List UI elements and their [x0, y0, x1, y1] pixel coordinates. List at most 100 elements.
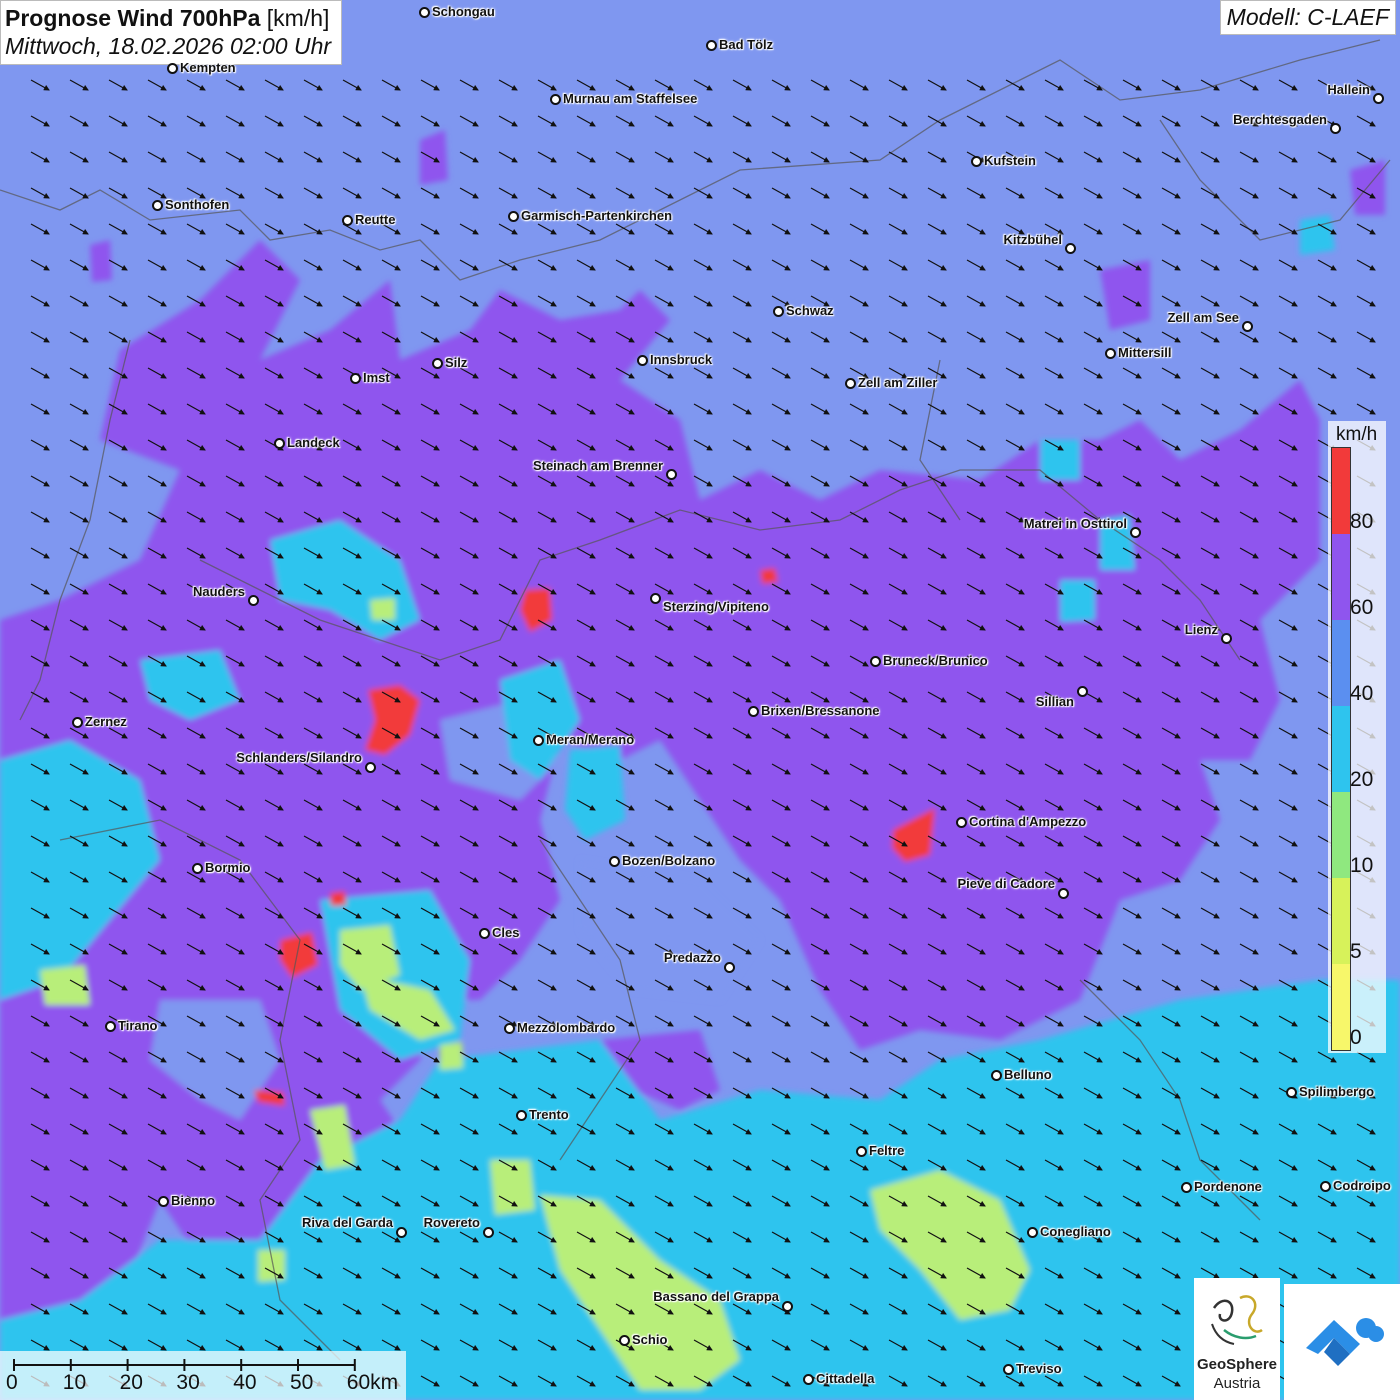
wind-arrow — [498, 79, 518, 91]
city-marker[interactable] — [365, 762, 376, 773]
wind-arrow — [1083, 979, 1103, 991]
wind-arrow — [459, 187, 479, 199]
city-marker[interactable] — [1181, 1182, 1192, 1193]
city-marker[interactable] — [724, 962, 735, 973]
city-marker[interactable] — [105, 1021, 116, 1032]
wind-arrow — [108, 475, 128, 487]
wind-arrow — [264, 223, 284, 235]
city-marker[interactable] — [248, 595, 259, 606]
legend-label: 0 — [1350, 1026, 1362, 1049]
wind-arrow — [1239, 151, 1259, 163]
city-marker[interactable] — [419, 7, 430, 18]
city-marker[interactable] — [1330, 123, 1341, 134]
wind-arrow — [303, 115, 323, 127]
city-marker[interactable] — [167, 63, 178, 74]
wind-arrow — [1083, 259, 1103, 271]
city-marker[interactable] — [350, 373, 361, 384]
city-marker[interactable] — [192, 863, 203, 874]
city-marker[interactable] — [1105, 348, 1116, 359]
wind-arrow — [771, 151, 791, 163]
city-marker[interactable] — [1003, 1364, 1014, 1375]
app-logo[interactable] — [1284, 1284, 1400, 1400]
city-marker[interactable] — [666, 469, 677, 480]
city-marker[interactable] — [856, 1146, 867, 1157]
wind-arrow — [1278, 763, 1298, 775]
wind-arrow — [1161, 115, 1181, 127]
city-marker[interactable] — [748, 706, 759, 717]
city-marker[interactable] — [1065, 243, 1076, 254]
wind-arrow — [732, 1015, 752, 1027]
wind-arrow — [693, 835, 713, 847]
city-marker[interactable] — [706, 40, 717, 51]
wind-arrow — [1317, 295, 1337, 307]
city-marker[interactable] — [971, 156, 982, 167]
city-marker[interactable] — [504, 1023, 515, 1034]
wind-arrow — [30, 331, 50, 343]
city-label: Sonthofen — [165, 197, 230, 212]
city-marker[interactable] — [803, 1374, 814, 1385]
wind-arrow — [108, 511, 128, 523]
wind-arrow — [888, 1051, 908, 1063]
wind-arrow — [1239, 187, 1259, 199]
city-label: Conegliano — [1040, 1224, 1111, 1239]
wind-arrow — [69, 151, 89, 163]
city-marker[interactable] — [516, 1110, 527, 1121]
city-marker[interactable] — [342, 215, 353, 226]
city-marker[interactable] — [432, 358, 443, 369]
city-marker[interactable] — [479, 928, 490, 939]
city-marker[interactable] — [1027, 1227, 1038, 1238]
city-marker[interactable] — [1286, 1087, 1297, 1098]
wind-arrow — [615, 1015, 635, 1027]
city-marker[interactable] — [956, 817, 967, 828]
city-marker[interactable] — [609, 856, 620, 867]
city-marker[interactable] — [845, 378, 856, 389]
city-marker[interactable] — [1058, 888, 1069, 899]
city-marker[interactable] — [1320, 1181, 1331, 1192]
city-marker[interactable] — [72, 717, 83, 728]
wind-arrow — [1083, 331, 1103, 343]
wind-arrow — [576, 79, 596, 91]
wind-arrow — [225, 115, 245, 127]
wind-arrow — [30, 511, 50, 523]
city-marker[interactable] — [1242, 321, 1253, 332]
city-marker[interactable] — [533, 735, 544, 746]
wind-arrow — [420, 115, 440, 127]
wind-arrow — [537, 115, 557, 127]
wind-arrow — [1200, 223, 1220, 235]
city-label: Mittersill — [1118, 345, 1172, 360]
city-marker[interactable] — [637, 355, 648, 366]
forecast-datetime: Mittwoch, 18.02.2026 02:00 Uhr — [5, 33, 332, 59]
city-marker[interactable] — [550, 94, 561, 105]
city-marker[interactable] — [870, 656, 881, 667]
wind-arrow — [1278, 691, 1298, 703]
wind-arrow — [927, 295, 947, 307]
city-marker[interactable] — [1130, 527, 1141, 538]
city-marker[interactable] — [274, 438, 285, 449]
border-line — [0, 39, 1381, 281]
wind-map[interactable]: Prognose Wind 700hPa [km/h] Mittwoch, 18… — [0, 0, 1400, 1400]
wind-arrow — [927, 79, 947, 91]
city-marker[interactable] — [1077, 686, 1088, 697]
wind-arrow — [1122, 367, 1142, 379]
city-marker[interactable] — [1221, 633, 1232, 644]
wind-arrow — [30, 475, 50, 487]
city-label: Trento — [529, 1107, 569, 1122]
city-marker[interactable] — [991, 1070, 1002, 1081]
city-label: Bad Tölz — [719, 37, 774, 52]
geosphere-emblem-icon — [1211, 1295, 1263, 1345]
city-marker[interactable] — [782, 1301, 793, 1312]
wind-arrow — [1239, 799, 1259, 811]
wind-arrow — [1317, 367, 1337, 379]
city-marker[interactable] — [508, 211, 519, 222]
city-marker[interactable] — [396, 1227, 407, 1238]
city-marker[interactable] — [158, 1196, 169, 1207]
city-marker[interactable] — [650, 593, 661, 604]
city-label: Predazzo — [663, 950, 721, 965]
city-marker[interactable] — [619, 1335, 630, 1346]
city-marker[interactable] — [483, 1227, 494, 1238]
city-marker[interactable] — [152, 200, 163, 211]
city-marker[interactable] — [1373, 93, 1384, 104]
wind-arrow — [615, 115, 635, 127]
city-marker[interactable] — [773, 306, 784, 317]
geosphere-logo[interactable]: GeoSphere Austria — [1194, 1278, 1280, 1400]
